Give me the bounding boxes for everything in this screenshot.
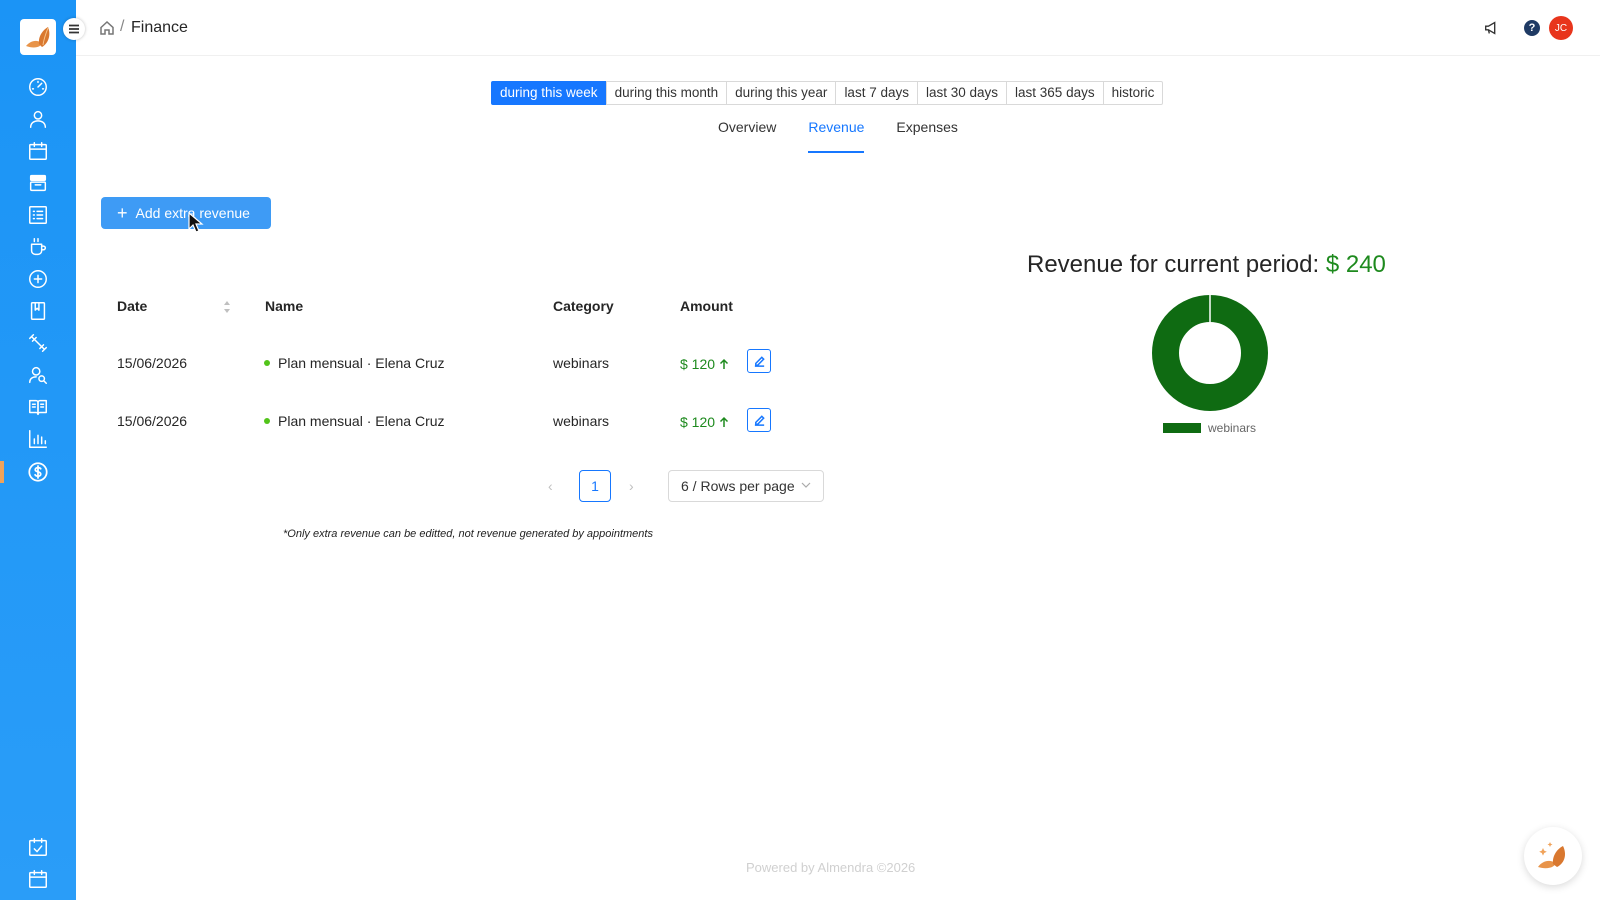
row-1-amount-text: $ 120	[680, 356, 716, 372]
tab-revenue[interactable]: Revenue	[808, 119, 865, 153]
period-last-7-days[interactable]: last 7 days	[835, 81, 918, 105]
row-2-name: Plan mensual · Elena Cruz	[264, 413, 445, 429]
edit-row-1-button[interactable]	[747, 349, 771, 373]
add-circle-icon[interactable]	[26, 267, 50, 291]
coffee-cup-icon[interactable]	[26, 235, 50, 259]
period-during-this-week[interactable]: during this week	[491, 81, 607, 105]
row-1-name: Plan mensual · Elena Cruz	[264, 355, 445, 371]
column-header-amount: Amount	[680, 298, 733, 314]
page-title: Finance	[131, 19, 188, 36]
edit-row-2-button[interactable]	[747, 408, 771, 432]
rows-per-page-select[interactable]: 6 / Rows per page	[668, 470, 824, 502]
help-icon[interactable]: ?	[1522, 18, 1542, 38]
column-header-date[interactable]: Date	[117, 298, 147, 314]
chevron-down-icon	[801, 482, 811, 488]
period-last-30-days[interactable]: last 30 days	[916, 81, 1008, 105]
row-2-amount: $ 120	[680, 414, 729, 430]
top-header: / Finance ? JC	[63, 0, 1600, 56]
period-during-this-year[interactable]: during this year	[726, 81, 837, 105]
footer-text: Powered by Almendra ©2026	[746, 860, 916, 875]
menu-toggle-icon[interactable]	[63, 18, 85, 40]
user-search-icon[interactable]	[26, 363, 50, 387]
revenue-value: $ 240	[1325, 251, 1386, 278]
row-1-amount: $ 120	[680, 356, 729, 372]
sidebar	[0, 0, 76, 900]
row-1-name-text: Plan mensual · Elena Cruz	[278, 355, 445, 371]
row-2-amount-text: $ 120	[680, 414, 716, 430]
open-book-icon[interactable]	[26, 395, 50, 419]
row-2-date: 15/06/2026	[117, 413, 188, 429]
calendar-check-icon[interactable]	[26, 835, 50, 859]
period-selector: during this week during this month durin…	[491, 81, 1164, 105]
dollar-circle-icon[interactable]	[26, 460, 50, 484]
pagination-next-icon[interactable]: ›	[629, 478, 634, 494]
revenue-title-text: Revenue for current period:	[1027, 251, 1326, 278]
rows-per-page-value: 6 / Rows per page	[681, 478, 795, 494]
store-icon[interactable]	[26, 171, 50, 195]
almond-logo-icon[interactable]	[20, 19, 56, 55]
period-during-this-month[interactable]: during this month	[605, 81, 728, 105]
pencil-icon	[754, 414, 765, 426]
user-icon[interactable]	[26, 107, 50, 131]
megaphone-icon[interactable]	[1482, 18, 1502, 38]
legend-swatch-webinars[interactable]	[1163, 423, 1201, 433]
pencil-icon	[754, 355, 765, 367]
arrow-up-icon	[719, 416, 728, 427]
tab-overview[interactable]: Overview	[718, 119, 776, 153]
list-icon[interactable]	[26, 203, 50, 227]
row-2-category: webinars	[553, 413, 610, 429]
row-1-date: 15/06/2026	[117, 355, 188, 371]
status-dot-icon	[264, 418, 270, 425]
period-historic[interactable]: historic	[1102, 81, 1164, 105]
finance-tabs: Overview Revenue Expenses	[718, 119, 990, 153]
bar-chart-icon[interactable]	[26, 427, 50, 451]
active-indicator	[0, 461, 4, 483]
add-extra-revenue-button[interactable]: + Add extra revenue	[101, 197, 271, 229]
edit-note: *Only extra revenue can be editted, not …	[283, 528, 653, 540]
plus-icon: +	[117, 203, 128, 223]
mouse-cursor-icon	[188, 212, 204, 233]
fitness-icon[interactable]	[26, 331, 50, 355]
sort-icon[interactable]	[222, 299, 232, 315]
calendar-icon[interactable]	[26, 139, 50, 163]
dashboard-gauge-icon[interactable]	[26, 75, 50, 99]
revenue-title: Revenue for current period: $ 240	[1027, 251, 1386, 279]
tab-expenses[interactable]: Expenses	[896, 119, 957, 153]
pagination-page-1[interactable]: 1	[579, 470, 611, 502]
calendar-grid-icon[interactable]	[26, 867, 50, 891]
period-last-365-days[interactable]: last 365 days	[1006, 81, 1104, 105]
row-1-category: webinars	[553, 355, 610, 371]
home-icon[interactable]	[99, 20, 115, 36]
status-dot-icon	[264, 360, 270, 367]
row-2-name-text: Plan mensual · Elena Cruz	[278, 413, 445, 429]
avatar[interactable]: JC	[1549, 16, 1573, 40]
revenue-donut-chart	[1152, 295, 1268, 411]
assistant-launcher-icon[interactable]	[1524, 827, 1582, 885]
column-header-name: Name	[265, 298, 304, 314]
arrow-up-icon	[719, 358, 728, 369]
breadcrumb-separator: /	[120, 18, 125, 35]
pagination-prev-icon[interactable]: ‹	[548, 478, 553, 494]
column-header-category: Category	[553, 298, 614, 314]
legend-label-webinars[interactable]: webinars	[1208, 421, 1256, 435]
book-icon[interactable]	[26, 299, 50, 323]
